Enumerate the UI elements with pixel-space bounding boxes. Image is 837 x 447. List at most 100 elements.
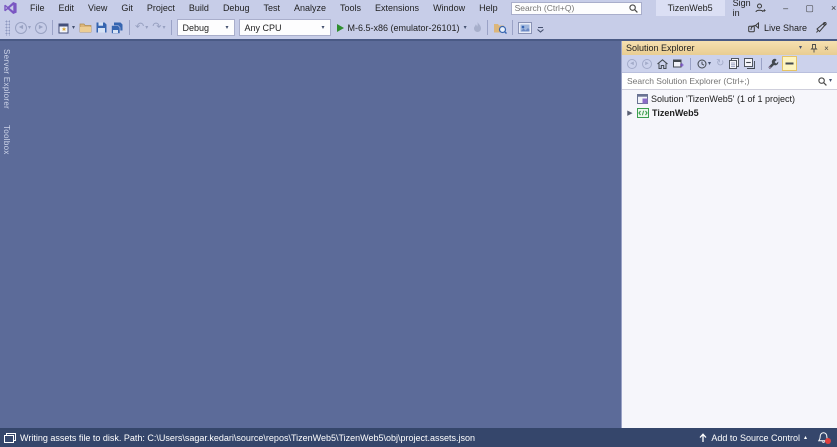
sidebar-item-toolbox[interactable]: Toolbox [0,119,13,161]
collapse-all-button[interactable] [742,56,757,71]
save-all-icon [111,22,124,34]
toolbar-grip[interactable] [5,19,10,36]
save-button[interactable] [94,18,109,37]
background-tasks-icon[interactable] [4,432,16,443]
document-well[interactable] [13,41,621,428]
sync-with-active-document-button[interactable] [782,56,798,71]
live-share-label: Live Share [763,22,807,33]
panel-title: Solution Explorer [626,43,695,53]
standard-toolbar: ◄ ▾ ► ▾ ↶ ▾ ↷ ▾ Debug ▾ Any CPU ▾ M-6.5-… [0,16,837,39]
hot-reload-flame-icon [473,22,482,33]
wrench-icon [768,58,779,69]
menu-project[interactable]: Project [140,0,182,16]
platform-value: Any CPU [244,22,282,33]
expander-icon[interactable]: ▶ [626,109,634,117]
project-label: TizenWeb5 [652,108,699,118]
pending-changes-filter-button[interactable]: ▾ [695,56,713,71]
switch-views-icon [673,59,684,67]
start-debugging-button[interactable]: M-6.5-x86 (emulator-26101) ▾ [333,18,471,37]
back-icon: ◄ [15,21,27,34]
minimize-button[interactable]: – [774,0,798,16]
solution-explorer-search-input[interactable] [622,76,813,86]
properties-button[interactable] [766,56,781,71]
find-in-files-icon [493,22,507,34]
run-target-label: M-6.5-x86 (emulator-26101) [347,22,460,33]
chevron-down-icon: ▾ [225,24,229,31]
add-to-source-control-button[interactable]: Add to Source Control ▴ [693,428,813,447]
status-message: Writing assets file to disk. Path: C:\Us… [20,432,476,443]
visual-studio-logo-icon [4,2,17,14]
chevron-down-icon: ▾ [145,24,149,31]
quick-search-input[interactable] [511,3,629,13]
menu-test[interactable]: Test [256,0,287,16]
notifications-button[interactable] [813,428,833,447]
home-icon [657,58,668,69]
menu-file[interactable]: File [23,0,52,16]
title-bar: File Edit View Git Project Build Debug T… [0,0,837,18]
search-options[interactable]: ▾ [813,76,837,86]
collapse-all-icon [744,58,756,69]
save-all-button[interactable] [109,18,126,37]
home-button[interactable] [655,56,670,71]
switch-views-button[interactable] [671,56,686,71]
menu-analyze[interactable]: Analyze [287,0,333,16]
chevron-down-icon: ▾ [72,24,76,31]
emulator-manager-button[interactable] [516,18,534,37]
send-feedback-button[interactable] [813,18,829,37]
tree-row-project[interactable]: ▶ TizenWeb5 [622,106,837,120]
redo-button[interactable]: ↷ ▾ [150,18,167,37]
refresh-button[interactable]: ↻ [714,56,726,71]
toolbar-overflow-button[interactable] [534,25,547,35]
undo-button[interactable]: ↶ ▾ [133,18,150,37]
sidebar-item-server-explorer[interactable]: Server Explorer [0,43,13,115]
close-button[interactable]: × [822,0,837,16]
window-controls: – ▢ × [774,0,837,16]
play-icon [336,23,344,32]
configuration-value: Debug [182,22,210,33]
live-share-icon [748,22,760,33]
open-folder-icon [79,22,92,33]
menu-build[interactable]: Build [182,0,216,16]
tizen-project-icon [637,108,649,118]
menu-view[interactable]: View [81,0,114,16]
find-in-files-button[interactable] [491,18,509,37]
back-icon: ◄ [627,58,637,69]
chevron-down-icon: ▾ [708,60,712,67]
menu-window[interactable]: Window [426,0,472,16]
hot-reload-button[interactable] [471,18,484,37]
quick-search-box[interactable] [510,1,642,15]
sync-active-document-icon [785,62,794,65]
open-folder-button[interactable] [77,18,94,37]
solution-explorer-header[interactable]: Solution Explorer ▾ × [622,41,837,55]
menu-tools[interactable]: Tools [333,0,368,16]
window-position-button[interactable]: ▾ [794,42,807,54]
menu-debug[interactable]: Debug [216,0,257,16]
solution-explorer-panel: Solution Explorer ▾ × ◄ ► ▾ ↻ Search Sol… [621,41,837,428]
solution-platform-dropdown[interactable]: Any CPU ▾ [238,19,331,36]
redo-icon: ↷ [152,21,162,33]
maximize-button[interactable]: ▢ [798,0,822,16]
sign-in-button[interactable]: Sign in [725,0,774,18]
pin-icon[interactable] [807,42,820,54]
show-all-files-button[interactable] [727,56,741,71]
tree-row-solution[interactable]: Solution 'TizenWeb5' (1 of 1 project) [622,92,837,106]
chevron-down-icon: ▾ [463,24,467,31]
publish-arrow-icon [699,432,707,442]
se-forward-button[interactable]: ► [640,56,654,71]
se-back-button[interactable]: ◄ [625,56,639,71]
navigate-forward-button[interactable]: ► [33,18,49,37]
vs-window: File Edit View Git Project Build Debug T… [0,0,837,447]
menu-extensions[interactable]: Extensions [368,0,426,16]
solution-explorer-search-box[interactable]: ▾ [622,73,837,90]
solution-configuration-dropdown[interactable]: Debug ▾ [176,19,235,36]
menu-edit[interactable]: Edit [52,0,82,16]
search-icon [818,76,827,86]
navigate-back-button[interactable]: ◄ ▾ [13,18,33,37]
menu-help[interactable]: Help [472,0,505,16]
menu-git[interactable]: Git [114,0,140,16]
new-project-button[interactable]: ▾ [56,18,77,37]
chevron-down-icon [536,28,544,33]
live-share-button[interactable]: Live Share [742,18,813,37]
main-area: Server Explorer Toolbox Solution Explore… [0,39,837,428]
close-panel-button[interactable]: × [820,42,833,54]
